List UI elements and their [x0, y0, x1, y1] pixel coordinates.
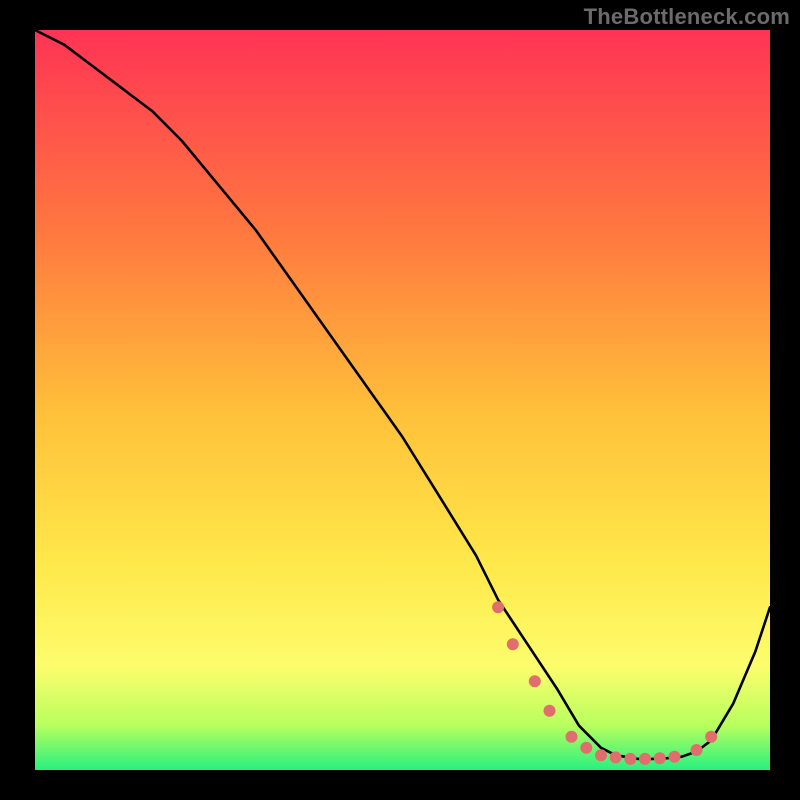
plot-background [35, 30, 770, 770]
marker-dot [544, 705, 556, 717]
marker-dot [507, 638, 519, 650]
marker-dot [580, 742, 592, 754]
marker-dot [624, 753, 636, 765]
marker-dot [705, 731, 717, 743]
chart-svg [0, 0, 800, 800]
marker-dot [691, 744, 703, 756]
marker-dot [529, 675, 541, 687]
marker-dot [669, 751, 681, 763]
marker-dot [492, 601, 504, 613]
marker-dot [639, 753, 651, 765]
marker-dot [566, 731, 578, 743]
watermark-label: TheBottleneck.com [584, 4, 790, 30]
chart-figure: { "watermark": "TheBottleneck.com", "col… [0, 0, 800, 800]
marker-dot [595, 749, 607, 761]
marker-dot [610, 751, 622, 763]
marker-dot [654, 752, 666, 764]
